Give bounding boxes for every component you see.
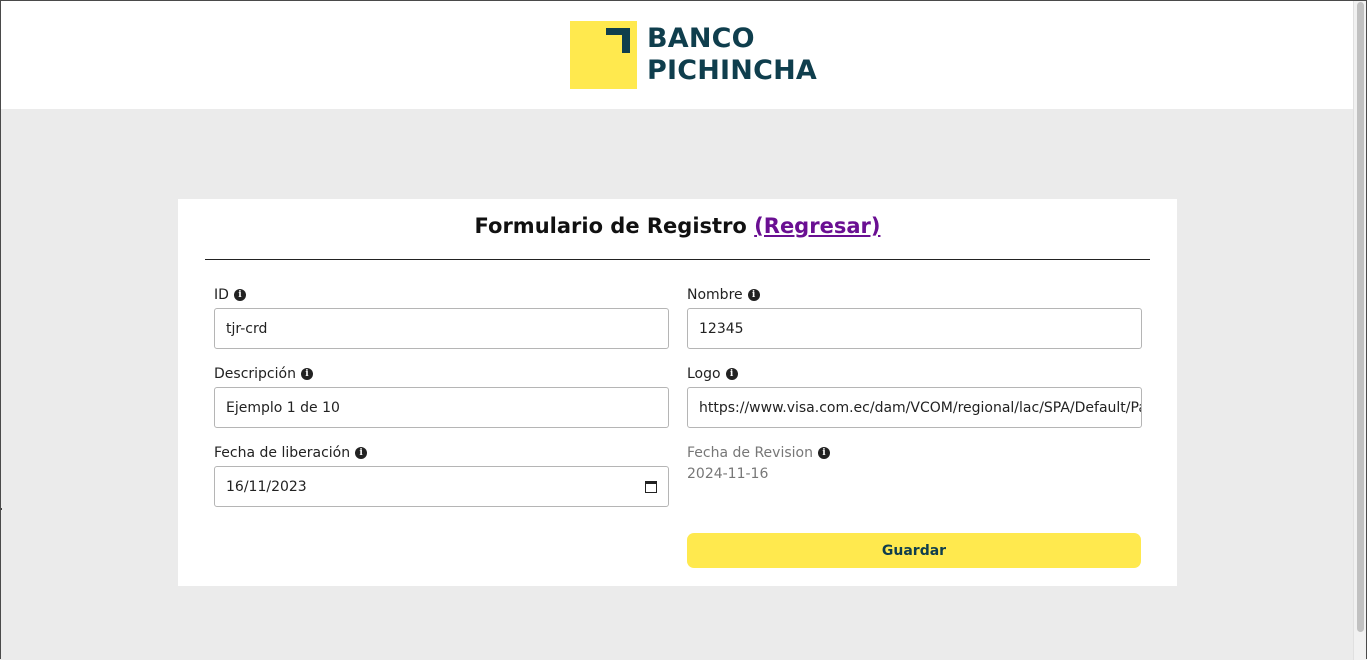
id-label-text: ID: [214, 287, 229, 303]
scrollbar-thumb[interactable]: [1357, 2, 1364, 632]
fecha-liberacion-value: 16/11/2023: [226, 478, 307, 495]
id-field-group: ID i tjr-crd: [214, 286, 669, 349]
fecha-liberacion-label: Fecha de liberación i: [214, 444, 669, 462]
info-icon[interactable]: i: [747, 289, 760, 301]
info-icon[interactable]: i: [725, 368, 738, 380]
logo-field-group: Logo i https://www.visa.com.ec/dam/VCOM/…: [687, 365, 1142, 428]
logo-url-input-value: https://www.visa.com.ec/dam/VCOM/regiona…: [699, 399, 1142, 416]
form-title-text: Formulario de Registro: [474, 214, 747, 238]
logo-text: BANCO PICHINCHA: [647, 23, 817, 87]
edge-mark: [0, 508, 2, 510]
logo-line-2: PICHINCHA: [647, 55, 817, 86]
descripcion-input-value: Ejemplo 1 de 10: [226, 399, 340, 416]
logo-label: Logo i: [687, 365, 1142, 383]
registration-form-card: Formulario de Registro (Regresar) ID i t…: [178, 199, 1177, 586]
nombre-label-text: Nombre: [687, 287, 743, 303]
fecha-revision-label-text: Fecha de Revision: [687, 445, 813, 461]
nombre-input[interactable]: 12345: [687, 308, 1142, 349]
fecha-liberacion-date-input[interactable]: 16/11/2023: [214, 466, 669, 507]
fecha-liberacion-field-group: Fecha de liberación i 16/11/2023: [214, 444, 669, 507]
id-input-value: tjr-crd: [226, 320, 268, 337]
logo-url-input[interactable]: https://www.visa.com.ec/dam/VCOM/regiona…: [687, 387, 1142, 428]
fecha-revision-value: 2024-11-16: [687, 466, 769, 482]
id-label: ID i: [214, 286, 669, 304]
descripcion-label-text: Descripción: [214, 366, 296, 382]
descripcion-field-group: Descripción i Ejemplo 1 de 10: [214, 365, 669, 428]
fecha-liberacion-label-text: Fecha de liberación: [214, 445, 351, 461]
info-icon[interactable]: i: [817, 447, 830, 459]
title-divider: [205, 259, 1150, 260]
descripcion-label: Descripción i: [214, 365, 669, 383]
nombre-field-group: Nombre i 12345: [687, 286, 1142, 349]
form-title: Formulario de Registro (Regresar): [178, 214, 1177, 238]
nombre-input-value: 12345: [699, 320, 744, 337]
calendar-icon[interactable]: [645, 480, 657, 493]
header: BANCO PICHINCHA: [1, 1, 1353, 109]
info-icon[interactable]: i: [233, 289, 246, 301]
logo-mark-icon: [570, 21, 637, 89]
id-input[interactable]: tjr-crd: [214, 308, 669, 349]
info-icon[interactable]: i: [300, 368, 313, 380]
logo-label-text: Logo: [687, 366, 721, 382]
descripcion-input[interactable]: Ejemplo 1 de 10: [214, 387, 669, 428]
fecha-revision-field-group: Fecha de Revision i 2024-11-16: [687, 444, 1142, 482]
nombre-label: Nombre i: [687, 286, 1142, 304]
save-button[interactable]: Guardar: [687, 533, 1141, 568]
logo-line-1: BANCO: [647, 23, 755, 54]
info-icon[interactable]: i: [355, 447, 368, 459]
vertical-scrollbar[interactable]: [1353, 0, 1367, 660]
fecha-revision-label: Fecha de Revision i: [687, 444, 1142, 462]
bank-logo[interactable]: BANCO PICHINCHA: [570, 21, 817, 89]
back-link[interactable]: (Regresar): [754, 214, 880, 238]
